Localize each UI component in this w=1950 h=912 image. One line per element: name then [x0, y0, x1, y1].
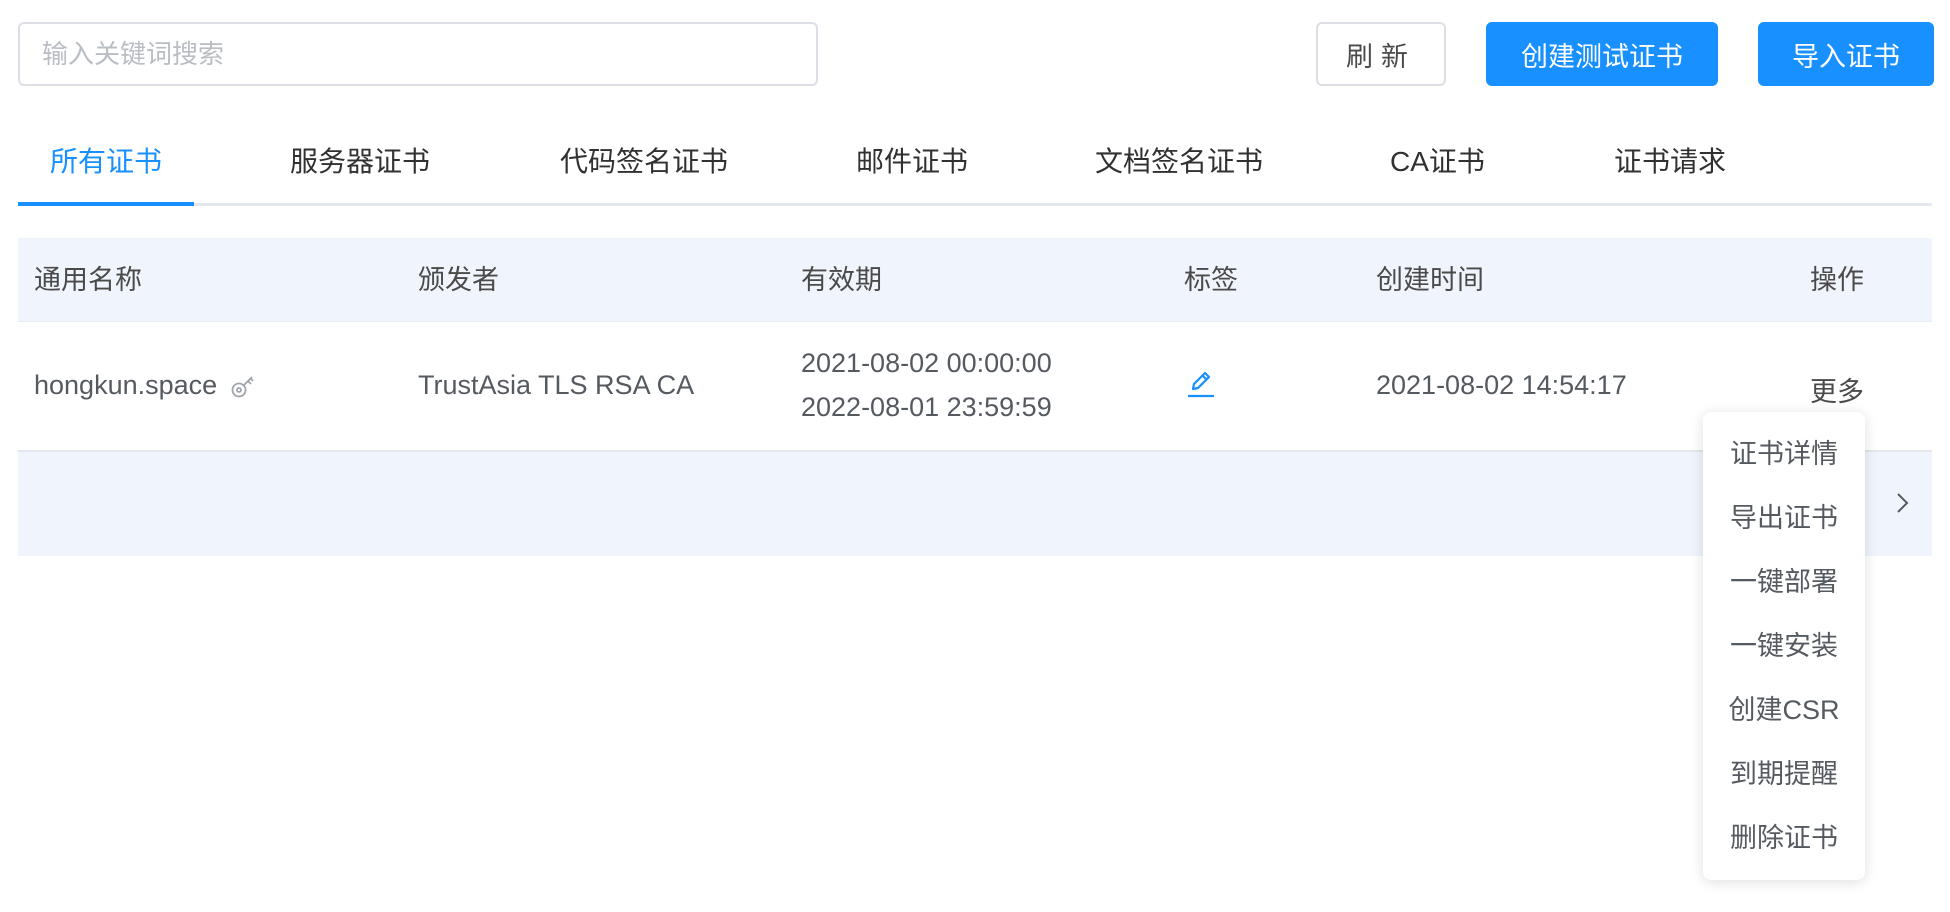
menu-item-one-click-install[interactable]: 一键安装 — [1703, 614, 1865, 678]
column-header-tags: 标签 — [1184, 265, 1238, 295]
create-test-cert-button[interactable]: 创建测试证书 — [1486, 22, 1718, 86]
menu-item-delete-cert[interactable]: 删除证书 — [1703, 806, 1865, 870]
tab-document-signing-certs[interactable]: 文档签名证书 — [1095, 122, 1263, 206]
common-name-text: hongkun.space — [34, 370, 218, 400]
common-name-cell: hongkun.space — [34, 370, 257, 401]
column-header-issuer: 颁发者 — [418, 265, 499, 295]
table-row-secondary — [18, 452, 1932, 556]
import-cert-button[interactable]: 导入证书 — [1758, 22, 1934, 86]
more-actions-button[interactable]: 更多 — [1810, 370, 1864, 409]
refresh-button[interactable]: 刷新 — [1316, 22, 1446, 86]
table-header: 通用名称 颁发者 有效期 标签 创建时间 操作 — [18, 238, 1932, 322]
edit-pencil-icon[interactable] — [1184, 366, 1218, 400]
cert-type-tabs: 所有证书 服务器证书 代码签名证书 邮件证书 文档签名证书 CA证书 证书请求 — [18, 122, 1932, 206]
chevron-right-icon[interactable] — [1890, 490, 1914, 516]
tab-code-signing-certs[interactable]: 代码签名证书 — [560, 122, 728, 206]
menu-item-expiry-reminder[interactable]: 到期提醒 — [1703, 742, 1865, 806]
column-header-validity: 有效期 — [801, 265, 882, 295]
tab-email-certs[interactable]: 邮件证书 — [856, 122, 968, 206]
valid-to-cell: 2022-08-01 23:59:59 — [801, 392, 1052, 422]
menu-item-create-csr[interactable]: 创建CSR — [1703, 678, 1865, 742]
active-tab-indicator — [18, 202, 194, 206]
column-header-created-at: 创建时间 — [1376, 265, 1484, 295]
valid-from-cell: 2021-08-02 00:00:00 — [801, 348, 1052, 378]
more-actions-dropdown: 证书详情 导出证书 一键部署 一键安装 创建CSR 到期提醒 删除证书 — [1703, 412, 1865, 880]
column-header-common-name: 通用名称 — [34, 265, 142, 295]
tab-cert-requests[interactable]: 证书请求 — [1614, 122, 1726, 206]
menu-item-one-click-deploy[interactable]: 一键部署 — [1703, 550, 1865, 614]
issuer-cell: TrustAsia TLS RSA CA — [418, 370, 695, 400]
menu-item-export-cert[interactable]: 导出证书 — [1703, 486, 1865, 550]
menu-item-cert-details[interactable]: 证书详情 — [1703, 422, 1865, 486]
tab-server-certs[interactable]: 服务器证书 — [290, 122, 430, 206]
column-header-actions: 操作 — [1810, 265, 1864, 295]
edit-tag-button[interactable] — [1184, 366, 1218, 407]
table-row: hongkun.space TrustAsia TLS RSA CA 2021-… — [18, 322, 1932, 452]
tab-all-certs[interactable]: 所有证书 — [50, 122, 162, 206]
search-input[interactable] — [18, 22, 818, 86]
tab-ca-certs[interactable]: CA证书 — [1390, 122, 1485, 206]
key-icon — [229, 372, 257, 400]
certificates-table: 通用名称 颁发者 有效期 标签 创建时间 操作 hongkun.space Tr… — [18, 238, 1932, 556]
created-at-cell: 2021-08-02 14:54:17 — [1376, 370, 1627, 400]
